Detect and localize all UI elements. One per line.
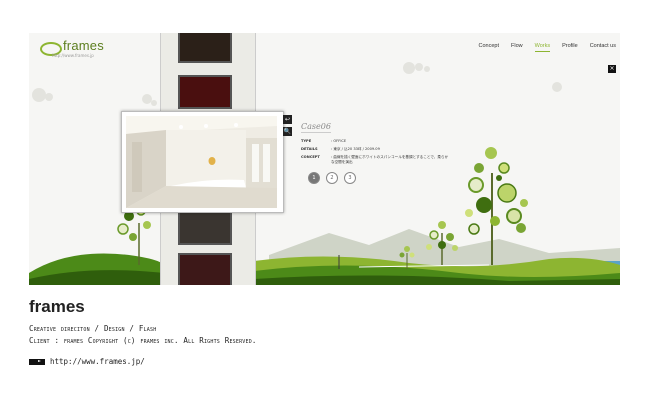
info-value: : 曲線を描く壁面にホワイトのスパンコールを基調とすることで、柔らかな空間を演出 <box>331 155 449 164</box>
info-row-concept: CONCEPT : 曲線を描く壁面にホワイトのスパンコールを基調とすることで、柔… <box>301 155 451 165</box>
info-row-details: DETAILS : 東京 / 込20 33坪 / 2009.09 <box>301 147 451 152</box>
nav-item-flow[interactable]: Flow <box>511 43 523 52</box>
film-thumbnail[interactable] <box>178 33 232 63</box>
work-detail-frame <box>121 111 284 213</box>
info-key: TYPE <box>301 139 312 143</box>
back-button[interactable]: ↩ <box>283 115 292 124</box>
logo-url: http://www.frames.jp <box>52 53 94 58</box>
info-value: : 東京 / 込20 33坪 / 2009.09 <box>331 147 380 151</box>
credit-line-roles: Creative direciton / Design / Flash <box>29 324 157 333</box>
info-row-type: TYPE : OFFICE <box>301 139 451 144</box>
site-screenshot: frames http://www.frames.jp Concept Flow… <box>29 33 620 285</box>
nav-item-contact[interactable]: Contact us <box>590 43 616 52</box>
credit-line-client: Client : frames Copyright (c) frames inc… <box>29 336 257 345</box>
arrow-right-icon <box>29 358 45 365</box>
page-button-2[interactable]: 2 <box>326 172 338 184</box>
page-title: frames <box>29 297 85 316</box>
case-title: Case06 <box>301 122 331 133</box>
zoom-button[interactable]: 🔍 <box>283 127 292 136</box>
main-nav: Concept Flow Works Profile Contact us <box>479 43 616 52</box>
office-interior-photo <box>126 116 277 208</box>
logo-text: frames <box>63 38 104 53</box>
image-pager: 1 2 3 <box>308 172 356 184</box>
nav-item-works[interactable]: Works <box>534 43 551 52</box>
page-button-3[interactable]: 3 <box>344 172 356 184</box>
film-thumbnail[interactable] <box>178 253 232 285</box>
close-button[interactable]: × <box>608 65 616 73</box>
info-value: : OFFICE <box>331 139 347 143</box>
film-thumbnail[interactable] <box>178 75 232 109</box>
site-link-row: http://www.frames.jp/ <box>29 357 145 366</box>
nav-item-profile[interactable]: Profile <box>562 43 578 52</box>
site-link[interactable]: http://www.frames.jp/ <box>50 357 145 366</box>
nav-item-concept[interactable]: Concept <box>479 43 500 52</box>
page-button-1[interactable]: 1 <box>308 172 320 184</box>
info-key: DETAILS <box>301 147 318 151</box>
film-thumbnail[interactable] <box>178 211 232 245</box>
info-key: CONCEPT <box>301 155 320 159</box>
interior-illustration <box>126 116 277 208</box>
